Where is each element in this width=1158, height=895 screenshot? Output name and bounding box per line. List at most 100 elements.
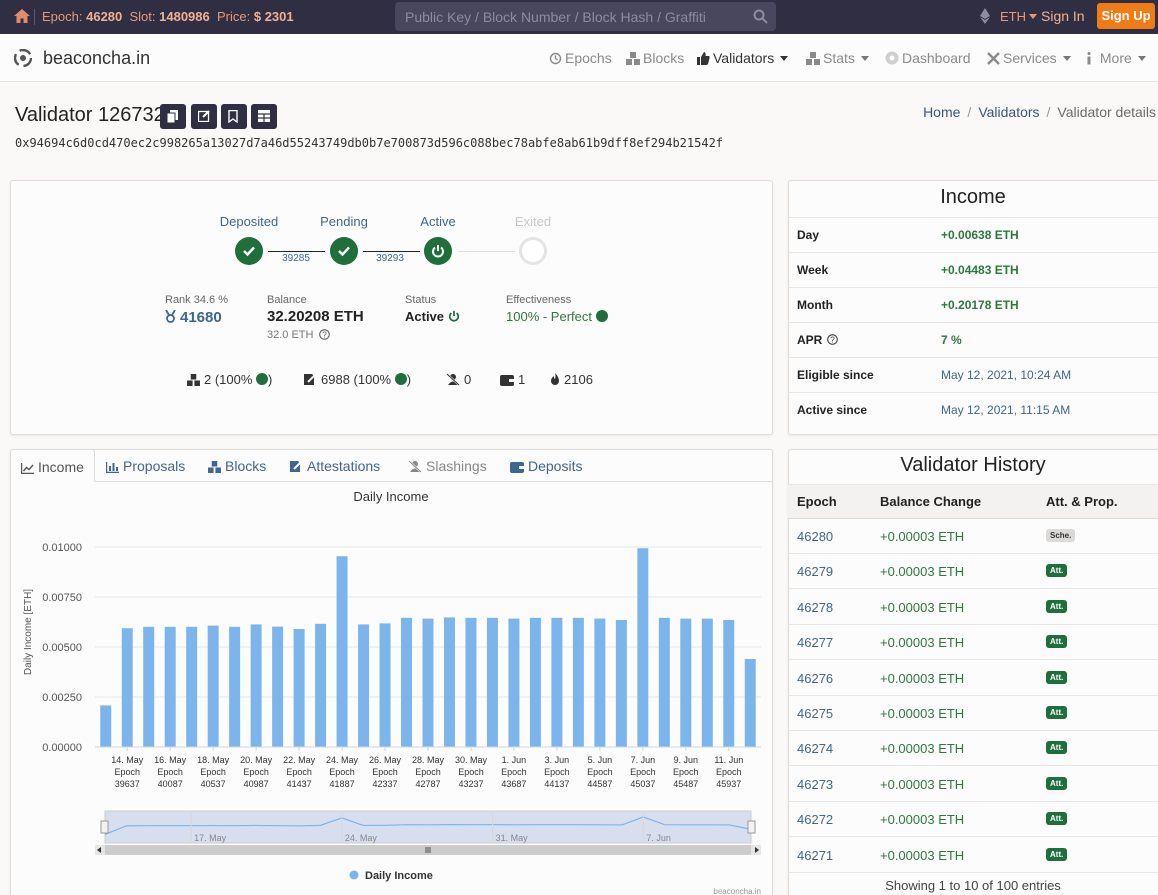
income-bar[interactable] xyxy=(529,617,541,747)
income-bar[interactable] xyxy=(100,705,112,747)
income-row-label: Week xyxy=(797,263,829,277)
history-epoch-link[interactable]: 46272 xyxy=(797,812,833,827)
history-row: 46278 +0.00003 ETH Att. xyxy=(788,590,1158,625)
logo-text[interactable]: beaconcha.in xyxy=(43,48,150,69)
income-bar[interactable] xyxy=(572,617,584,747)
nav-blocks[interactable]: Blocks xyxy=(626,50,684,66)
legend-marker[interactable] xyxy=(349,870,359,880)
navigator-label: 31. May xyxy=(496,833,529,843)
col-balance-change[interactable]: Balance Change xyxy=(880,494,981,509)
copy-button[interactable] xyxy=(160,104,186,129)
income-bar[interactable] xyxy=(744,659,756,747)
income-bar[interactable] xyxy=(250,624,262,747)
income-bar[interactable] xyxy=(293,629,305,747)
income-bar[interactable] xyxy=(637,548,649,747)
currency-selector[interactable]: ETH xyxy=(1000,9,1037,24)
rank-value[interactable]: 41680 xyxy=(165,309,222,326)
nav-validators[interactable]: Validators xyxy=(697,50,789,66)
history-epoch-link[interactable]: 46279 xyxy=(797,564,833,579)
nav-dashboard[interactable]: Dashboard xyxy=(885,50,971,66)
income-bar[interactable] xyxy=(121,628,133,747)
sign-in-link[interactable]: Sign In xyxy=(1041,8,1085,24)
income-bar[interactable] xyxy=(508,618,520,747)
nav-epochs[interactable]: Epochs xyxy=(549,50,612,66)
history-epoch-link[interactable]: 46271 xyxy=(797,848,833,863)
history-epoch-link[interactable]: 46278 xyxy=(797,600,833,615)
tab-blocks[interactable]: Blocks xyxy=(208,449,266,482)
income-bar[interactable] xyxy=(551,617,563,747)
income-bar[interactable] xyxy=(315,623,327,747)
search-icon[interactable] xyxy=(753,9,768,24)
income-bar[interactable] xyxy=(701,618,713,747)
bookmark-button[interactable] xyxy=(221,104,247,129)
nav-stats[interactable]: Stats xyxy=(806,50,869,66)
home-icon[interactable] xyxy=(14,9,30,23)
beaconchain-logo-icon[interactable] xyxy=(14,49,32,67)
user-slash-icon xyxy=(408,460,422,473)
tab-deposits[interactable]: Deposits xyxy=(510,449,582,482)
question-circle-icon[interactable]: ? xyxy=(319,329,331,340)
tab-income[interactable]: Income xyxy=(10,449,95,482)
col-att-prop[interactable]: Att. & Prop. xyxy=(1046,494,1118,509)
history-epoch-link[interactable]: 46277 xyxy=(797,635,833,650)
navigator-handle-left[interactable] xyxy=(100,820,109,834)
income-bar[interactable] xyxy=(336,556,348,747)
income-bar[interactable] xyxy=(422,618,434,747)
income-bar[interactable] xyxy=(680,618,692,747)
search-input[interactable] xyxy=(395,2,745,31)
epoch-value[interactable]: 46280 xyxy=(86,9,122,24)
income-bar[interactable] xyxy=(379,623,391,747)
x-tick-epoch-number: 43687 xyxy=(501,779,526,789)
tab-slashings[interactable]: Slashings xyxy=(408,449,487,482)
income-bar[interactable] xyxy=(143,626,155,747)
history-epoch-link[interactable]: 46280 xyxy=(797,529,833,544)
tab-attestations[interactable]: Attestations xyxy=(289,449,380,482)
step-active-label: Active xyxy=(420,214,456,229)
income-bar[interactable] xyxy=(443,617,455,747)
dashboard-add-button[interactable] xyxy=(251,104,277,129)
proposals-counter: 2 (100% ) xyxy=(187,372,272,387)
income-bar[interactable] xyxy=(186,626,198,747)
history-epoch-link[interactable]: 46274 xyxy=(797,741,833,756)
income-bar[interactable] xyxy=(658,617,670,747)
deposit-epoch-link[interactable]: 39285 xyxy=(276,253,316,264)
income-bar[interactable] xyxy=(723,620,735,747)
breadcrumb-home[interactable]: Home xyxy=(923,104,960,120)
validator-pubkey[interactable]: 0x94694c6d0cd470ec2c998265a13027d7a46d55… xyxy=(15,136,723,150)
col-epoch[interactable]: Epoch xyxy=(797,494,837,509)
income-bar[interactable] xyxy=(272,626,284,747)
income-bar[interactable] xyxy=(486,617,498,747)
history-epoch-link[interactable]: 46273 xyxy=(797,777,833,792)
income-bar[interactable] xyxy=(615,620,627,747)
history-epoch-link[interactable]: 46276 xyxy=(797,671,833,686)
sign-up-button[interactable]: Sign Up xyxy=(1097,3,1155,29)
power-icon xyxy=(448,310,459,322)
income-bar[interactable] xyxy=(358,624,370,747)
slot-value[interactable]: 1480986 xyxy=(159,9,210,24)
tab-proposals[interactable]: Proposals xyxy=(105,449,185,482)
question-circle-icon[interactable]: ? xyxy=(827,334,838,345)
income-bar[interactable] xyxy=(229,626,241,747)
history-balance-change: +0.00003 ETH xyxy=(880,812,965,828)
activation-epoch-link[interactable]: 39293 xyxy=(370,253,410,264)
tab-bar: Income Proposals Blocks Attestations Sla… xyxy=(10,449,772,482)
income-bar[interactable] xyxy=(164,626,176,747)
history-balance-change: +0.00003 ETH xyxy=(880,670,965,686)
income-bar[interactable] xyxy=(401,617,413,747)
epoch-label: Epoch: xyxy=(42,9,83,24)
navigator-handle-right[interactable] xyxy=(747,820,756,834)
history-epoch-link[interactable]: 46275 xyxy=(797,706,833,721)
nav-services[interactable]: Services xyxy=(987,50,1071,66)
network-stats: Epoch: 46280 Slot: 1480986 Price: $ 2301 xyxy=(42,9,294,24)
attested-badge: Att. xyxy=(1046,564,1068,578)
check-icon xyxy=(243,246,255,257)
chart-title: Daily Income xyxy=(353,489,428,504)
nav-more[interactable]: More xyxy=(1085,50,1146,66)
income-bar[interactable] xyxy=(465,617,477,747)
breadcrumb-validators[interactable]: Validators xyxy=(978,104,1039,120)
income-bar[interactable] xyxy=(207,625,219,747)
income-bar[interactable] xyxy=(594,618,606,747)
edit-button[interactable] xyxy=(191,104,217,129)
income-row-value: +0.04483 ETH xyxy=(941,263,1019,277)
chevron-down-icon xyxy=(1137,56,1146,61)
